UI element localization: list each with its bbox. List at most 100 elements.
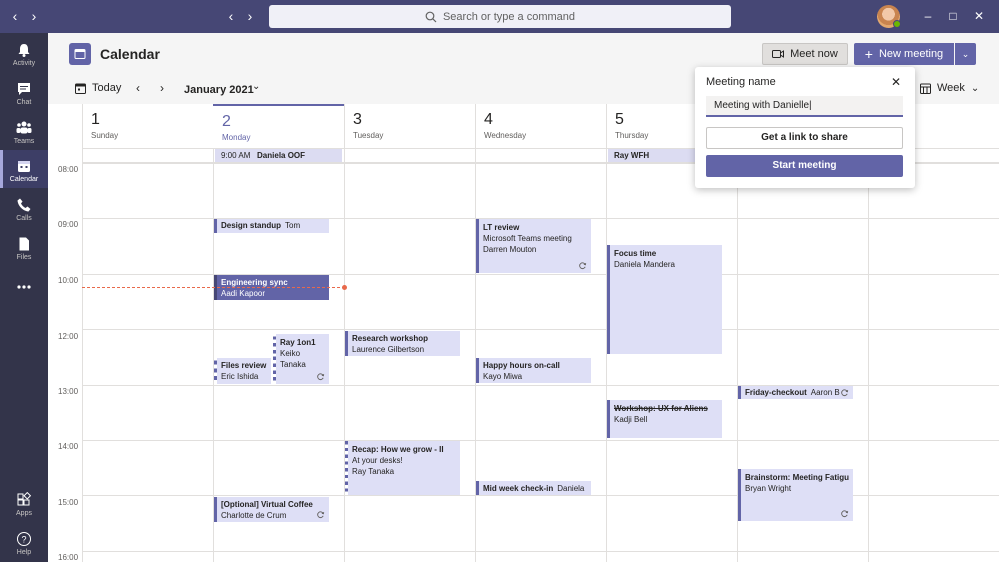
meeting-name-label: Meeting name <box>706 76 776 88</box>
recurring-icon <box>841 510 849 517</box>
event-organizer: Aaron B <box>810 388 840 397</box>
recurring-icon <box>317 511 325 518</box>
hour-label: 15:00 <box>58 498 79 507</box>
today-button[interactable]: Today <box>75 82 121 94</box>
event-brainstorm[interactable]: Brainstorm: Meeting Fatigu Bryan Wright <box>738 469 853 521</box>
event-title: Happy hours on-call <box>483 361 560 370</box>
bell-icon <box>18 44 30 57</box>
rail-item-help[interactable]: ? Help <box>0 527 48 562</box>
more-icon <box>17 285 31 289</box>
event-virtual-coffee[interactable]: [Optional] Virtual Coffee Charlotte de C… <box>214 497 329 522</box>
chevron-left-icon[interactable]: ‹ <box>136 81 140 95</box>
recurring-icon <box>579 262 587 269</box>
current-time-line <box>82 287 345 288</box>
event-organizer: Darren Mouton <box>483 245 537 254</box>
hour-divider <box>82 495 999 496</box>
rail-item-chat[interactable]: Chat <box>0 77 48 115</box>
title-bar: ‹ › ‹ › Search or type a command – □ ✕ <box>0 0 999 33</box>
forward-arrow-icon[interactable]: › <box>24 6 44 26</box>
file-icon <box>19 237 29 251</box>
event-organizer: Aadi Kapoor <box>221 289 266 298</box>
view-chevron-down-icon: ⌄ <box>970 82 980 94</box>
event-title: Recap: How we grow - II <box>352 445 444 454</box>
calendar-today-icon <box>75 83 86 94</box>
page-title: Calendar <box>100 46 160 62</box>
event-design-standup[interactable]: Design standup Tom <box>214 219 329 233</box>
event-title: [Optional] Virtual Coffee <box>221 500 313 509</box>
day-header-wednesday[interactable]: 4 Wednesday <box>475 104 606 148</box>
day-name: Monday <box>222 133 251 142</box>
apps-icon <box>17 492 32 506</box>
day-header-monday[interactable]: 2 Monday <box>213 104 344 148</box>
rail-item-files[interactable]: Files <box>0 232 48 270</box>
search-bar[interactable]: Search or type a command <box>269 5 731 28</box>
event-title: Mid week check-in <box>483 484 554 493</box>
rail-label: Apps <box>16 510 32 517</box>
new-meeting-button[interactable]: + New meeting <box>854 43 954 65</box>
event-recap[interactable]: Recap: How we grow - II At your desks! R… <box>345 441 460 495</box>
event-workshop-ux[interactable]: Workshop: UX for Aliens Kadji Bell <box>607 400 722 438</box>
rail-item-calls[interactable]: Calls <box>0 193 48 231</box>
hour-divider <box>82 385 999 386</box>
hour-divider <box>82 329 999 330</box>
get-link-button[interactable]: Get a link to share <box>706 127 903 149</box>
event-research-workshop[interactable]: Research workshop Laurence Gilbertson <box>345 331 460 356</box>
close-icon[interactable]: ✕ <box>891 75 901 89</box>
column-divider <box>213 104 214 562</box>
event-happy-hours[interactable]: Happy hours on-call Kayo Miwa <box>476 358 591 383</box>
chevron-down-icon[interactable]: ⌄ <box>955 43 976 65</box>
event-title: Files review <box>221 361 267 370</box>
day-header-sunday[interactable]: 1 Sunday <box>82 104 213 148</box>
event-focus-time[interactable]: Focus time Daniela Mandera <box>607 245 722 354</box>
hour-divider <box>82 440 999 441</box>
view-selector[interactable]: Week ⌄ <box>920 82 979 94</box>
event-lt-review[interactable]: LT review Microsoft Teams meeting Darren… <box>476 219 591 273</box>
hour-label: 08:00 <box>58 165 79 174</box>
rail-label: Calls <box>16 215 32 222</box>
close-icon[interactable]: ✕ <box>971 8 987 24</box>
day-number: 3 <box>353 111 362 128</box>
chevron-right-icon[interactable]: › <box>160 81 164 95</box>
event-organizer: Kadji Bell <box>614 415 648 424</box>
rail-item-calendar[interactable]: Calendar <box>0 150 48 188</box>
rail-item-more[interactable] <box>0 275 48 313</box>
allday-event-daniela-oof[interactable]: 9:00 AM Daniela OOF <box>215 149 342 162</box>
month-label[interactable]: January 2021 <box>184 84 254 96</box>
event-organizer: Kayo Miwa <box>483 372 523 381</box>
hour-label: 16:00 <box>58 553 79 562</box>
minimize-icon[interactable]: – <box>920 8 936 24</box>
phone-icon <box>17 198 31 212</box>
event-organizer: Daniela Mandera <box>614 260 675 269</box>
week-view-icon <box>920 83 931 94</box>
rail-item-apps[interactable]: Apps <box>0 488 48 526</box>
meet-now-button[interactable]: Meet now <box>762 43 848 65</box>
month-chevron-down-icon[interactable]: ⌄ <box>252 81 260 92</box>
back-arrow-icon[interactable]: ‹ <box>5 6 25 26</box>
app-rail: Activity Chat Teams Calendar Calls Files… <box>0 33 48 562</box>
start-meeting-button[interactable]: Start meeting <box>706 155 903 177</box>
event-title: LT review <box>483 223 520 232</box>
event-title: Focus time <box>614 249 657 258</box>
history-back-icon[interactable]: ‹ <box>221 6 241 26</box>
event-friday-checkout[interactable]: Friday-checkout Aaron B <box>738 386 853 399</box>
view-label: Week <box>937 82 965 94</box>
event-files-review[interactable]: Files review Eric Ishida <box>214 358 271 384</box>
rail-label: Files <box>16 254 32 261</box>
hour-label: 12:00 <box>58 332 79 341</box>
rail-item-teams[interactable]: Teams <box>0 116 48 154</box>
recurring-icon <box>841 389 849 396</box>
rail-item-activity[interactable]: Activity <box>0 38 48 76</box>
search-placeholder: Search or type a command <box>442 10 576 23</box>
event-organizer: Keiko Tanaka <box>280 349 306 369</box>
current-time-dot <box>342 285 347 290</box>
calendar-app-icon <box>69 43 91 65</box>
event-detail: Microsoft Teams meeting <box>483 234 572 243</box>
history-forward-icon[interactable]: › <box>240 6 260 26</box>
event-mid-week-check-in[interactable]: Mid week check-in Daniela <box>476 481 591 495</box>
event-ray-1on1[interactable]: Ray 1on1 Keiko Tanaka <box>273 334 329 384</box>
event-organizer: Bryan Wright <box>745 484 792 493</box>
event-title: Design standup <box>221 221 282 230</box>
maximize-icon[interactable]: □ <box>945 8 961 24</box>
day-header-tuesday[interactable]: 3 Tuesday <box>344 104 475 148</box>
meeting-name-input[interactable] <box>706 96 903 117</box>
